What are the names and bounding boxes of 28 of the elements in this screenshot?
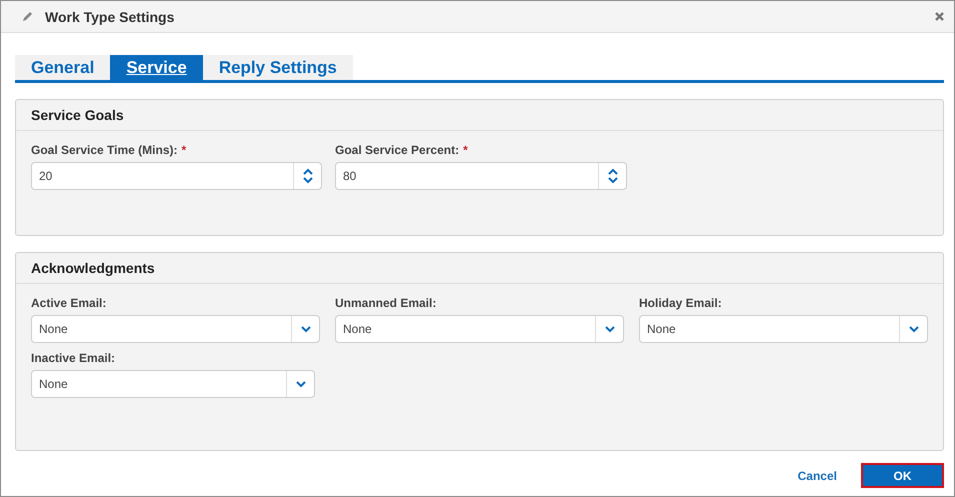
cancel-link[interactable]: Cancel <box>792 463 843 488</box>
ok-button[interactable]: OK <box>861 463 944 488</box>
dropdown-field[interactable]: None <box>31 315 320 343</box>
dropdown-field[interactable]: None <box>31 370 315 398</box>
chevron-down-icon[interactable] <box>296 380 306 388</box>
field-label: Goal Service Percent: * <box>335 143 469 157</box>
window-title: Work Type Settings <box>45 8 176 24</box>
tab[interactable]: General <box>15 55 110 80</box>
chevron-down-icon[interactable] <box>908 326 918 332</box>
field-label: Holiday Email: <box>639 296 723 310</box>
dropdown-field[interactable]: None <box>335 315 624 343</box>
field-label: Active Email: <box>31 296 108 310</box>
tab[interactable]: Reply Settings <box>202 55 353 80</box>
close-icon[interactable] <box>935 12 944 21</box>
spinner-arrows-icon[interactable] <box>608 168 618 184</box>
field-label: Inactive Email: <box>31 351 116 365</box>
spinner-arrows-icon[interactable] <box>302 168 312 184</box>
section-title: Service Goals <box>16 100 943 131</box>
pencil-icon <box>21 10 33 22</box>
field-label: Goal Service Time (Mins): * <box>31 143 188 157</box>
dropdown-field[interactable]: None <box>639 315 928 343</box>
section-title: Acknowledgments <box>16 253 943 284</box>
chevron-down-icon[interactable] <box>300 326 310 332</box>
tab[interactable]: Service <box>110 55 203 80</box>
number-field[interactable]: 80 <box>335 162 627 190</box>
number-field[interactable]: 20 <box>31 162 322 190</box>
field-label: Unmanned Email: <box>335 296 438 310</box>
chevron-down-icon[interactable] <box>604 326 614 332</box>
